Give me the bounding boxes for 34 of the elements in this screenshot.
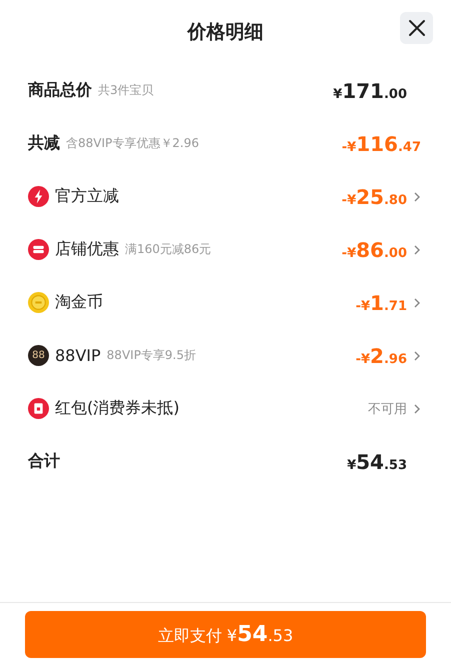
vip-badge-icon: 88: [28, 345, 49, 366]
row-label: 淘金币: [55, 292, 103, 313]
amount-value: -¥2.96: [356, 344, 407, 368]
row-note: 88VIP专享9.5折: [106, 347, 196, 364]
row-label: 88VIP: [55, 346, 101, 365]
row-note: 含88VIP专享优惠￥2.96: [66, 135, 199, 152]
lightning-icon: [28, 186, 49, 207]
pay-button[interactable]: 立即支付 ¥54.53: [25, 611, 426, 658]
shop-icon: [28, 239, 49, 260]
chevron-right-icon[interactable]: [413, 350, 421, 362]
close-button[interactable]: [400, 12, 433, 44]
amount-value: -¥86.00: [342, 238, 407, 262]
row-label: 合计: [28, 451, 60, 472]
row-label: 商品总价: [28, 80, 92, 101]
row-note: 共3件宝贝: [98, 82, 154, 99]
row-note: 满160元减86元: [125, 241, 212, 258]
chevron-right-icon[interactable]: [413, 296, 421, 308]
chevron-right-icon[interactable]: [413, 190, 421, 202]
amount-value: ¥171.00: [333, 78, 407, 102]
row-label: 红包(消费券未抵): [55, 398, 180, 419]
amount-value: ¥54.53: [347, 450, 407, 474]
amount-value: -¥25.80: [342, 184, 407, 208]
envelope-icon: [28, 398, 49, 419]
sheet-title: 价格明细: [188, 20, 264, 45]
amount-value: -¥116.47: [342, 132, 421, 156]
row-label: 官方立减: [55, 186, 119, 207]
amount-value: -¥1.71: [356, 290, 407, 314]
row-label: 共减: [28, 133, 60, 154]
row-label: 店铺优惠: [55, 239, 119, 260]
coin-icon: [28, 292, 49, 313]
chevron-right-icon[interactable]: [413, 402, 421, 414]
chevron-right-icon[interactable]: [413, 244, 421, 256]
close-icon: [408, 19, 426, 37]
status-text: 不可用: [368, 400, 407, 418]
